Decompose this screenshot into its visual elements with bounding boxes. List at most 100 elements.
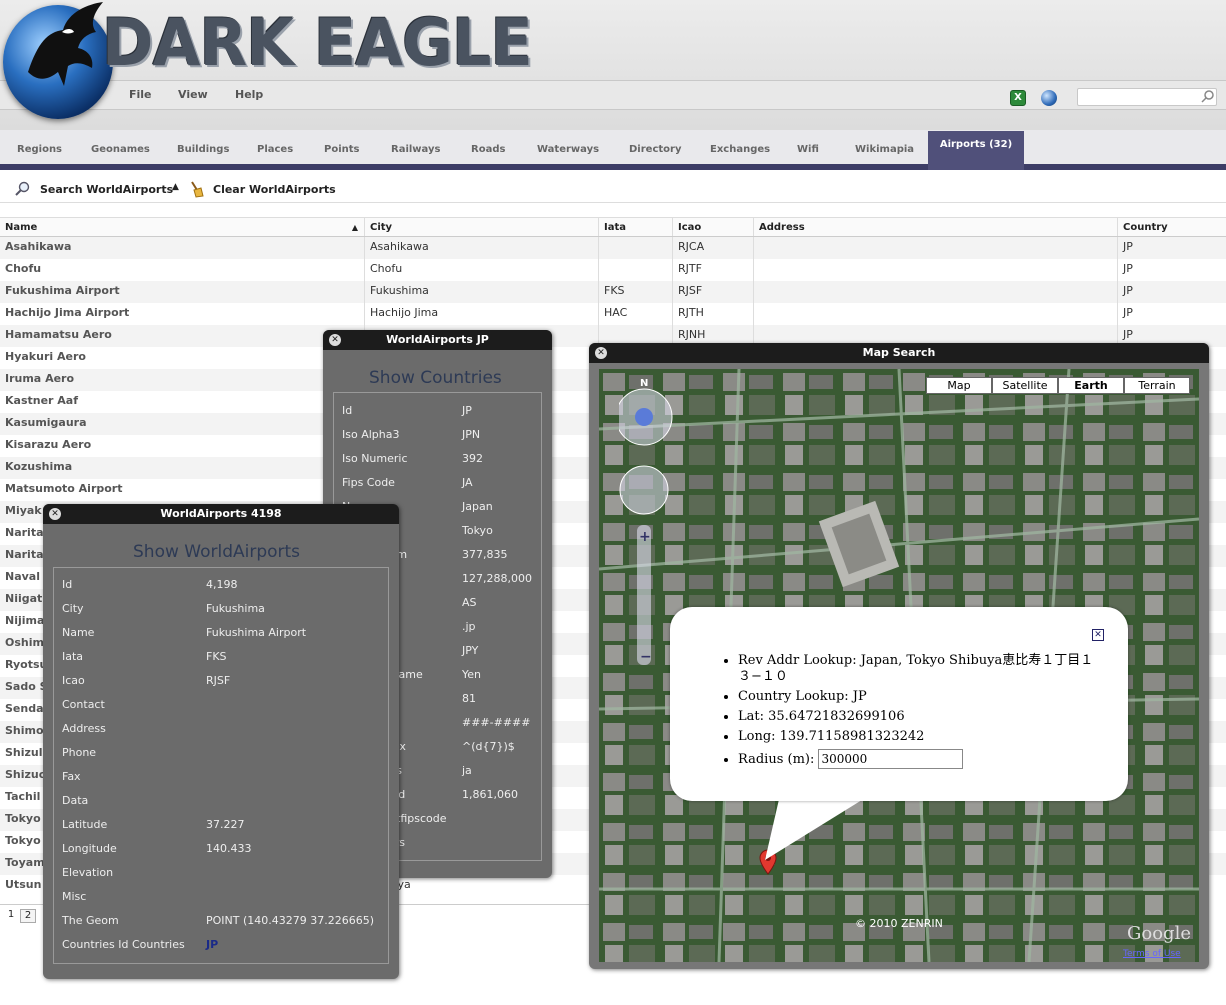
table-cell: Kisarazu Aero: [5, 438, 92, 451]
table-cell: [753, 259, 1117, 281]
field-label: Fax: [62, 770, 81, 783]
column-header-city[interactable]: City: [364, 218, 598, 236]
table-cell: HAC: [598, 303, 672, 325]
table-cell: Kasumigaura: [5, 416, 87, 429]
radius-row: Radius (m):: [738, 749, 1098, 769]
table-row[interactable]: Asahikawa Asahikawa RJCA JP: [0, 237, 1226, 259]
tab-airports[interactable]: Airports (32): [928, 131, 1024, 170]
field-value: 377,835: [462, 548, 508, 561]
country-lookup: Country Lookup: JP: [738, 689, 1098, 705]
field-value: 1,861,060: [462, 788, 518, 801]
app-logo-text: DARK EAGLE: [102, 4, 533, 81]
table-cell: RJCA: [672, 237, 753, 259]
map-type-map[interactable]: Map: [926, 377, 992, 394]
field-value: Fukushima: [206, 602, 265, 615]
search-worldairports-button[interactable]: Search WorldAirports: [40, 183, 173, 196]
field-value: ja: [462, 764, 472, 777]
page-1-link[interactable]: 1: [3, 909, 19, 923]
table-cell: Chofu: [5, 262, 42, 275]
field-value: JP: [462, 404, 472, 417]
tab-waterways[interactable]: Waterways: [537, 144, 599, 155]
terms-of-use-link[interactable]: Terms of Use: [1123, 949, 1181, 959]
google-logo: Google: [1127, 923, 1191, 944]
tab-buildings[interactable]: Buildings: [177, 144, 229, 155]
column-header-name[interactable]: Name ▲: [0, 218, 364, 236]
tab-railways[interactable]: Railways: [391, 144, 440, 155]
clear-worldairports-button[interactable]: Clear WorldAirports: [213, 183, 336, 196]
tab-roads[interactable]: Roads: [471, 144, 505, 155]
column-header-label: Name: [5, 222, 38, 233]
close-icon[interactable]: ✕: [49, 508, 61, 520]
grid-header-row: Name ▲ City Iata Icao Address Country: [0, 217, 1226, 237]
field-value: AS: [462, 596, 477, 609]
field-value: ^(d{7})$: [462, 740, 515, 753]
table-cell: Matsumoto Airport: [5, 482, 123, 495]
column-header-address[interactable]: Address: [753, 218, 1117, 236]
table-cell: Hachijo Jima: [364, 303, 598, 325]
table-row[interactable]: Chofu Chofu RJTF JP: [0, 259, 1226, 281]
field-label: Id: [342, 404, 353, 417]
close-icon[interactable]: ✕: [329, 334, 341, 346]
table-row[interactable]: Fukushima Airport Fukushima FKS RJSF JP: [0, 281, 1226, 303]
table-cell: Hyakuri Aero: [5, 350, 86, 363]
search-input[interactable]: [1077, 88, 1217, 106]
tab-geonames[interactable]: Geonames: [91, 144, 150, 155]
tab-regions[interactable]: Regions: [17, 144, 62, 155]
table-cell: nomiya: [364, 875, 598, 897]
field-value[interactable]: JP: [206, 938, 218, 951]
tab-exchanges[interactable]: Exchanges: [710, 144, 770, 155]
field-label: Address: [62, 722, 106, 735]
search-icon[interactable]: [1201, 89, 1215, 103]
table-cell: [598, 259, 672, 281]
table-cell: Fukushima Airport: [5, 284, 120, 297]
globe-icon[interactable]: [1041, 90, 1057, 106]
field-label: Iso Numeric: [342, 452, 408, 465]
field-value: ###-####: [462, 716, 531, 729]
broom-icon: [191, 181, 204, 198]
menu-view[interactable]: View: [178, 88, 208, 101]
table-cell: JP: [1117, 281, 1226, 303]
table-cell: [753, 237, 1117, 259]
table-cell: Chofu: [364, 259, 598, 281]
page-2-link[interactable]: 2: [20, 909, 36, 923]
tab-wikimapia[interactable]: Wikimapia: [855, 144, 914, 155]
close-icon[interactable]: ✕: [1092, 629, 1104, 641]
field-value: 392: [462, 452, 483, 465]
field-value: JA: [462, 476, 473, 489]
menu-help[interactable]: Help: [235, 88, 263, 101]
column-header-country[interactable]: Country: [1117, 218, 1226, 236]
table-cell: Asahikawa: [364, 237, 598, 259]
column-header-iata[interactable]: Iata: [598, 218, 672, 236]
table-cell: [753, 303, 1117, 325]
tab-places[interactable]: Places: [257, 144, 293, 155]
sort-up-icon: ▲: [172, 182, 179, 192]
map-type-terrain[interactable]: Terrain: [1124, 377, 1190, 394]
field-value: JPN: [462, 428, 481, 441]
tab-directory[interactable]: Directory: [629, 144, 681, 155]
popup-pointer: [765, 795, 870, 860]
tab-points[interactable]: Points: [324, 144, 359, 155]
longitude-value: Long: 139.71158981323242: [738, 729, 1098, 745]
close-icon[interactable]: ✕: [595, 347, 607, 359]
map-type-satellite[interactable]: Satellite: [992, 377, 1058, 394]
table-row[interactable]: Hachijo Jima Airport Hachijo Jima HAC RJTH J…: [0, 303, 1226, 325]
table-cell: RJTH: [672, 303, 753, 325]
sort-ascending-icon: ▲: [351, 223, 358, 232]
radius-input[interactable]: [818, 749, 964, 769]
map-type-earth[interactable]: Earth: [1058, 377, 1124, 394]
table-cell: JP: [1117, 259, 1226, 281]
table-cell: Fukushima: [364, 281, 598, 303]
field-value: 81: [462, 692, 476, 705]
excel-icon[interactable]: X: [1010, 90, 1026, 106]
eagle-logo-icon: [28, 2, 103, 86]
column-header-icao[interactable]: Icao: [672, 218, 753, 236]
field-label: Iata: [62, 650, 84, 663]
field-value: Fukushima Airport: [206, 626, 307, 639]
field-value: JPY: [462, 644, 479, 657]
menu-file[interactable]: File: [129, 88, 152, 101]
field-label: Elevation: [62, 866, 114, 879]
tab-wifi[interactable]: Wifi: [797, 144, 819, 155]
field-label: Countries Id Countries: [62, 938, 185, 951]
map-copyright: © 2010 ZENRIN: [855, 917, 943, 930]
field-label: Misc: [62, 890, 87, 903]
